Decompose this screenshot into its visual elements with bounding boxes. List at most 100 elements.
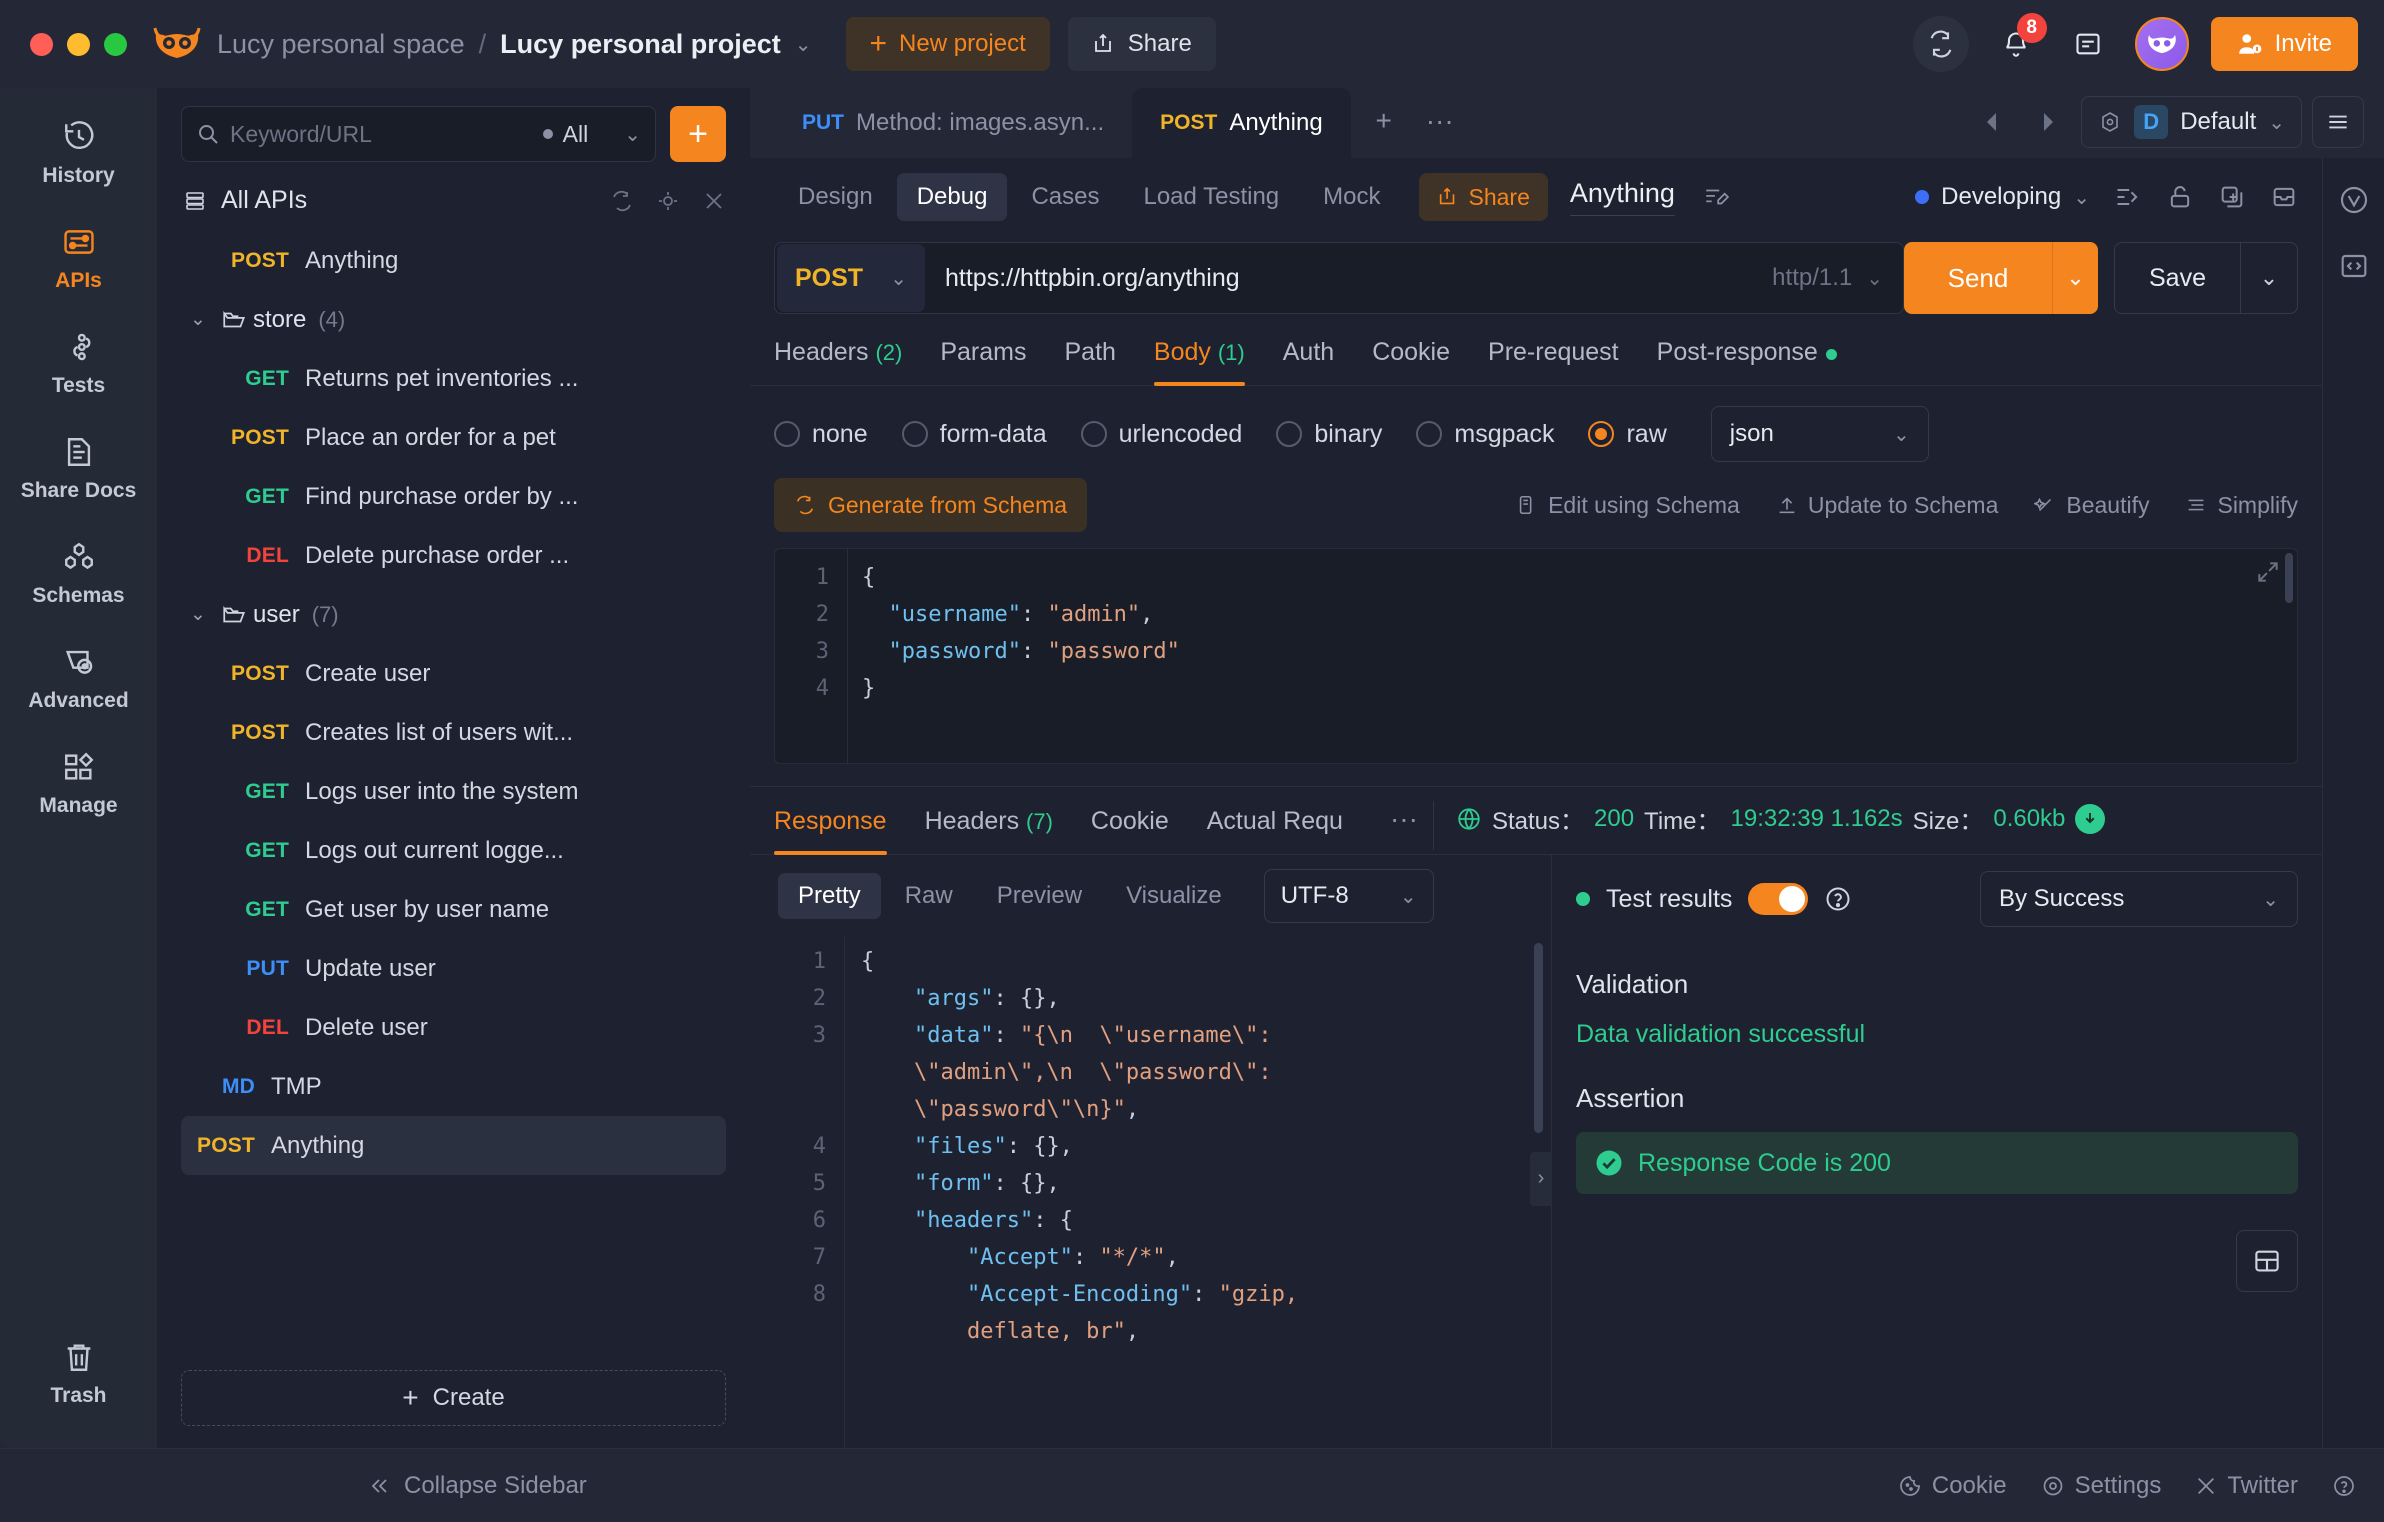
duplicate-icon[interactable] xyxy=(2218,183,2246,211)
expand-editor-icon[interactable] xyxy=(2255,559,2281,585)
body-type-msgpack[interactable]: msgpack xyxy=(1416,420,1554,449)
sidebar-item-schemas[interactable]: Schemas xyxy=(0,536,157,608)
tree-api-row[interactable]: POST Create user xyxy=(181,644,726,703)
response-tab-headers[interactable]: Headers (7) xyxy=(925,797,1079,854)
tree-api-row[interactable]: POST Anything xyxy=(181,231,726,290)
request-tab-params[interactable]: Params xyxy=(940,328,1050,385)
schema-action-update-to-schema[interactable]: Update to Schema xyxy=(1776,492,1998,519)
response-tab-actual-requ[interactable]: Actual Requ xyxy=(1207,797,1369,854)
raw-format-selector[interactable]: json ⌄ xyxy=(1710,406,1929,462)
tree-api-row[interactable]: GET Logs user into the system xyxy=(181,762,726,821)
tree-api-row[interactable]: POST Anything xyxy=(181,1116,726,1175)
save-options-button[interactable]: ⌄ xyxy=(2240,242,2298,314)
edit-description-icon[interactable] xyxy=(1703,184,1729,210)
tree-api-row[interactable]: POST Place an order for a pet xyxy=(181,408,726,467)
response-code[interactable]: { "args": {}, "data": "{\n \"username\":… xyxy=(844,937,1551,1448)
body-type-form-data[interactable]: form-data xyxy=(901,420,1047,449)
encoding-selector[interactable]: UTF-8 ⌄ xyxy=(1263,869,1434,923)
tree-api-row[interactable]: GET Logs out current logge... xyxy=(181,821,726,880)
body-type-raw[interactable]: raw xyxy=(1588,420,1667,449)
new-tab-button[interactable]: + xyxy=(1361,98,1407,144)
response-tab-cookie[interactable]: Cookie xyxy=(1091,797,1195,854)
share-button[interactable]: Share xyxy=(1067,17,1216,71)
user-avatar[interactable] xyxy=(2134,17,2189,71)
body-type-binary[interactable]: binary xyxy=(1276,420,1382,449)
tree-folder-row[interactable]: ⌄ store (4) xyxy=(181,290,726,349)
project-name[interactable]: Lucy personal project xyxy=(500,29,781,60)
project-chevron-down-icon[interactable]: ⌄ xyxy=(795,32,812,57)
maximize-window-button[interactable] xyxy=(104,32,127,56)
sidebar-item-history[interactable]: History xyxy=(0,116,157,188)
response-scrollbar[interactable] xyxy=(1534,943,1543,1133)
tree-api-row[interactable]: DEL Delete purchase order ... xyxy=(181,526,726,585)
tab-load-testing[interactable]: Load Testing xyxy=(1123,173,1299,221)
twitter-button[interactable]: Twitter xyxy=(2195,1472,2298,1500)
request-tab-headers[interactable]: Headers (2) xyxy=(774,328,926,385)
lock-icon[interactable] xyxy=(2166,183,2194,211)
tab-cases[interactable]: Cases xyxy=(1011,173,1119,221)
body-type-none[interactable]: none xyxy=(774,420,868,449)
search-box[interactable]: All ⌄ xyxy=(181,106,656,162)
invite-button[interactable]: Invite xyxy=(2210,17,2358,71)
collapse-sidebar-button[interactable]: Collapse Sidebar xyxy=(368,1472,587,1500)
validate-icon[interactable] xyxy=(2334,180,2374,220)
notes-button[interactable] xyxy=(2063,19,2113,69)
filter-label[interactable]: All xyxy=(563,121,589,148)
editor-scrollbar[interactable] xyxy=(2285,553,2293,603)
doc-tab-method-images[interactable]: PUT Method: images.asyn... xyxy=(774,88,1132,158)
create-button[interactable]: + Create xyxy=(181,1370,726,1426)
body-type-urlencoded[interactable]: urlencoded xyxy=(1080,420,1242,449)
sidebar-item-share-docs[interactable]: Share Docs xyxy=(0,431,157,503)
filter-chevron-down-icon[interactable]: ⌄ xyxy=(624,122,641,147)
sidebar-item-tests[interactable]: Tests xyxy=(0,326,157,398)
archive-icon[interactable] xyxy=(2270,183,2298,211)
save-button[interactable]: Save xyxy=(2114,242,2240,314)
search-input[interactable] xyxy=(230,120,533,148)
notifications-button[interactable]: 8 xyxy=(1991,13,2047,69)
send-button[interactable]: Send xyxy=(1904,242,2052,314)
sidebar-item-manage[interactable]: Manage xyxy=(0,746,157,818)
protocol-selector[interactable]: http/1.1 ⌄ xyxy=(1772,264,1903,292)
environment-selector[interactable]: D Default ⌄ xyxy=(2081,96,2302,148)
api-status-selector[interactable]: Developing ⌄ xyxy=(1915,183,2090,211)
editor-code[interactable]: { "username": "admin", "password": "pass… xyxy=(847,549,2297,763)
download-response-icon[interactable] xyxy=(2075,803,2106,834)
minimize-window-button[interactable] xyxy=(67,32,90,56)
response-panel-resize-handle[interactable]: › xyxy=(1530,1151,1552,1206)
schema-action-edit-using-schema[interactable]: Edit using Schema xyxy=(1516,492,1740,519)
code-snippet-icon[interactable] xyxy=(2334,246,2374,286)
schema-action-simplify[interactable]: Simplify xyxy=(2185,492,2298,519)
sidebar-item-trash[interactable]: Trash xyxy=(0,1336,157,1408)
send-options-button[interactable]: ⌄ xyxy=(2052,242,2098,314)
request-tab-post-response[interactable]: Post-response xyxy=(1657,328,1861,385)
test-results-filter[interactable]: By Success ⌄ xyxy=(1980,871,2298,927)
help-button[interactable] xyxy=(2332,1474,2356,1498)
settings-button[interactable]: Settings xyxy=(2041,1472,2161,1500)
cookie-button[interactable]: Cookie xyxy=(1898,1472,2007,1500)
space-name[interactable]: Lucy personal space xyxy=(217,29,465,60)
sidebar-item-apis[interactable]: APIs xyxy=(0,221,157,293)
test-results-toggle[interactable] xyxy=(1748,883,1809,915)
chevron-down-icon[interactable]: ⌄ xyxy=(181,603,215,626)
response-more-icon[interactable]: ··· xyxy=(1381,803,1427,849)
tree-api-row[interactable]: DEL Delete user xyxy=(181,998,726,1057)
request-body-editor[interactable]: 1 2 3 4 { "username": "admin", "password": … xyxy=(774,548,2298,764)
schema-action-beautify[interactable]: Beautify xyxy=(2034,492,2149,519)
view-mode-raw[interactable]: Raw xyxy=(885,873,973,919)
tab-next-icon[interactable] xyxy=(2025,99,2071,145)
view-mode-pretty[interactable]: Pretty xyxy=(778,873,881,919)
url-input[interactable] xyxy=(927,263,1773,293)
request-tab-cookie[interactable]: Cookie xyxy=(1372,328,1474,385)
request-tab-body[interactable]: Body (1) xyxy=(1153,328,1269,386)
environment-menu-button[interactable] xyxy=(2312,96,2364,148)
tree-api-row[interactable]: GET Get user by user name xyxy=(181,880,726,939)
sync-button[interactable] xyxy=(1912,16,1969,72)
share-api-button[interactable]: Share xyxy=(1418,173,1548,221)
sidebar-item-advanced[interactable]: Advanced xyxy=(0,641,157,713)
tree-api-row[interactable]: POST Creates list of users wit... xyxy=(181,703,726,762)
response-tab-response[interactable]: Response xyxy=(774,797,913,855)
tree-api-row[interactable]: MD TMP xyxy=(181,1057,726,1116)
tab-debug[interactable]: Debug xyxy=(896,173,1008,221)
close-icon[interactable] xyxy=(702,189,726,213)
new-project-button[interactable]: + New project xyxy=(845,17,1050,71)
